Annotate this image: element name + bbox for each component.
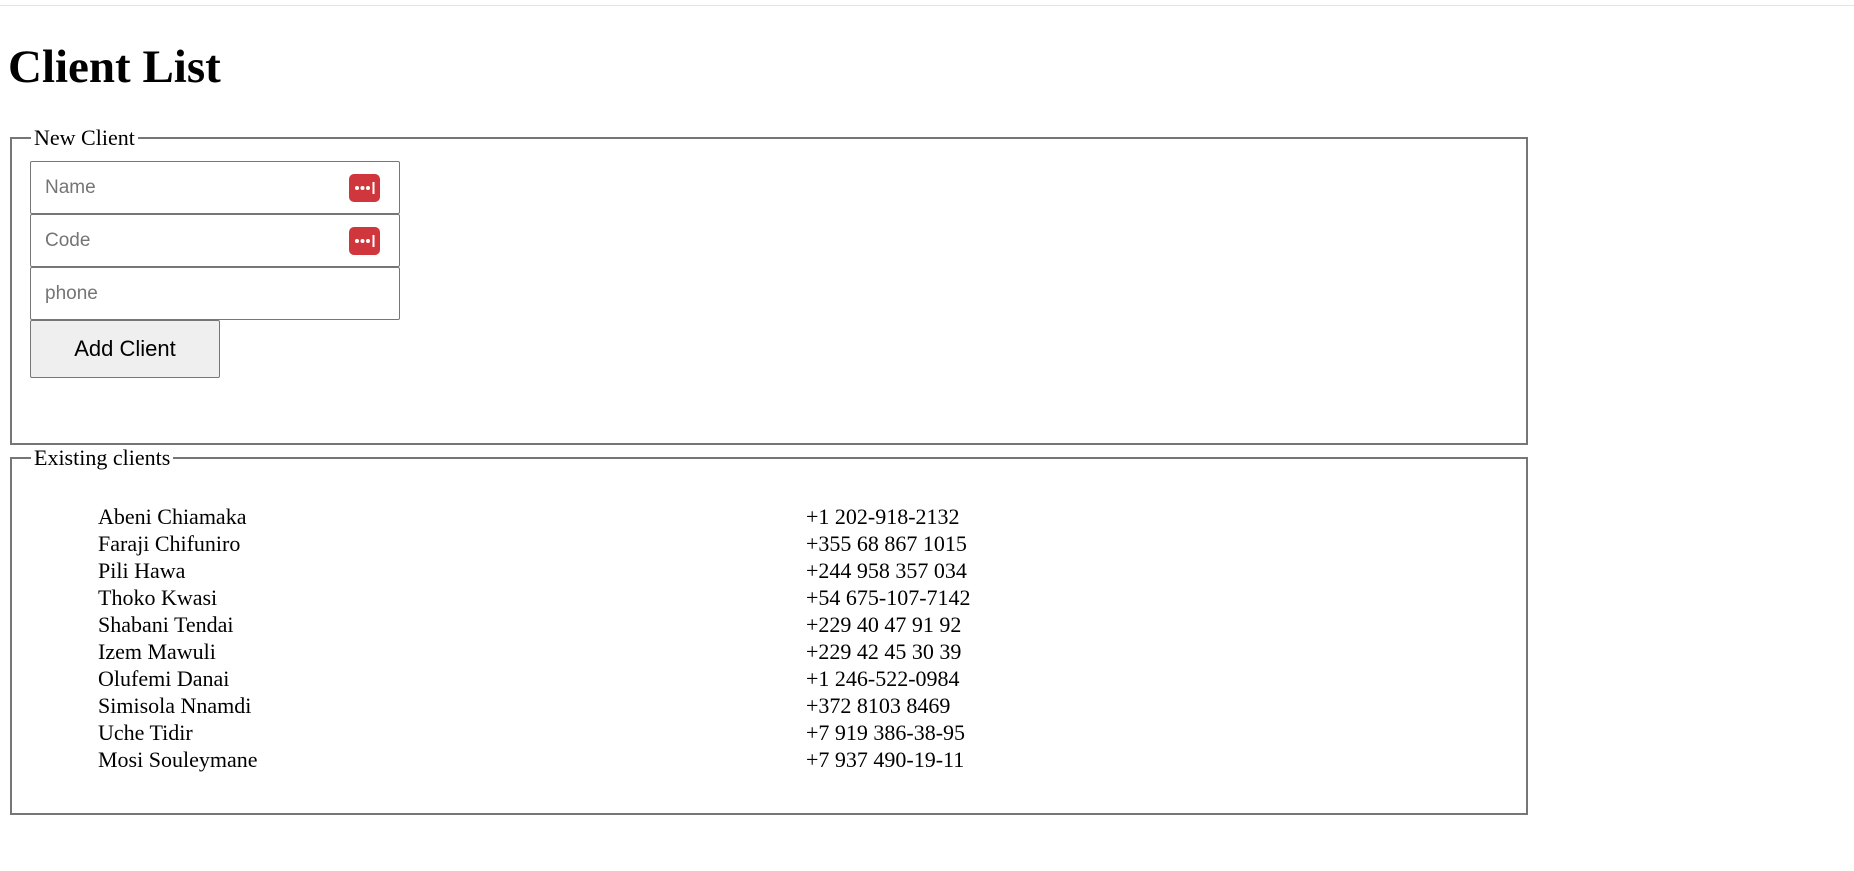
client-phone: +244 958 357 034	[806, 558, 967, 583]
code-input[interactable]	[31, 215, 399, 266]
client-name: Olufemi Danai	[98, 666, 230, 691]
client-name: Simisola Nnamdi	[98, 693, 252, 718]
client-row: Simisola Nnamdi +372 8103 8469	[98, 692, 950, 719]
client-phone: +7 937 490-19-11	[806, 747, 965, 772]
client-phone: +372 8103 8469	[806, 693, 951, 718]
new-client-legend: New Client	[34, 125, 135, 150]
client-row: Faraji Chifuniro +355 68 867 1015	[98, 530, 967, 557]
client-name: Thoko Kwasi	[98, 585, 218, 610]
client-row: Uche Tidir +7 919 386-38-95	[98, 719, 965, 746]
client-row: Izem Mawuli +229 42 45 30 39	[98, 638, 961, 665]
phone-input[interactable]	[31, 268, 399, 319]
client-name: Uche Tidir	[98, 720, 193, 745]
client-row: Olufemi Danai +1 246-522-0984	[98, 665, 960, 692]
client-row: Pili Hawa +244 958 357 034	[98, 557, 967, 584]
client-name: Izem Mawuli	[98, 639, 216, 664]
code-field[interactable]	[30, 214, 400, 267]
client-phone: +54 675-107-7142	[806, 585, 971, 610]
name-field[interactable]	[30, 161, 400, 214]
client-phone: +355 68 867 1015	[806, 531, 967, 556]
client-name: Faraji Chifuniro	[98, 531, 241, 556]
client-row: Abeni Chiamaka +1 202-918-2132	[98, 503, 960, 530]
phone-field[interactable]	[30, 267, 400, 320]
client-row: Mosi Souleymane +7 937 490-19-11	[98, 746, 964, 773]
client-list: Abeni Chiamaka +1 202-918-2132 Faraji Ch…	[98, 503, 971, 773]
client-phone: +229 40 47 91 92	[806, 612, 962, 637]
client-phone: +7 919 386-38-95	[806, 720, 966, 745]
password-manager-icon[interactable]	[349, 174, 380, 202]
password-manager-icon[interactable]	[349, 227, 380, 255]
client-row: Shabani Tendai +229 40 47 91 92	[98, 611, 961, 638]
client-name: Mosi Souleymane	[98, 747, 258, 772]
client-name: Shabani Tendai	[98, 612, 234, 637]
client-phone: +1 202-918-2132	[806, 504, 960, 529]
client-phone: +229 42 45 30 39	[806, 639, 962, 664]
top-divider	[0, 5, 1854, 6]
page-title: Client List	[8, 41, 221, 93]
client-name: Pili Hawa	[98, 558, 186, 583]
client-name: Abeni Chiamaka	[98, 504, 247, 529]
name-input[interactable]	[31, 162, 399, 213]
client-phone: +1 246-522-0984	[806, 666, 960, 691]
add-client-button[interactable]: Add Client	[30, 320, 220, 378]
client-row: Thoko Kwasi +54 675-107-7142	[98, 584, 971, 611]
existing-clients-legend: Existing clients	[34, 445, 171, 470]
